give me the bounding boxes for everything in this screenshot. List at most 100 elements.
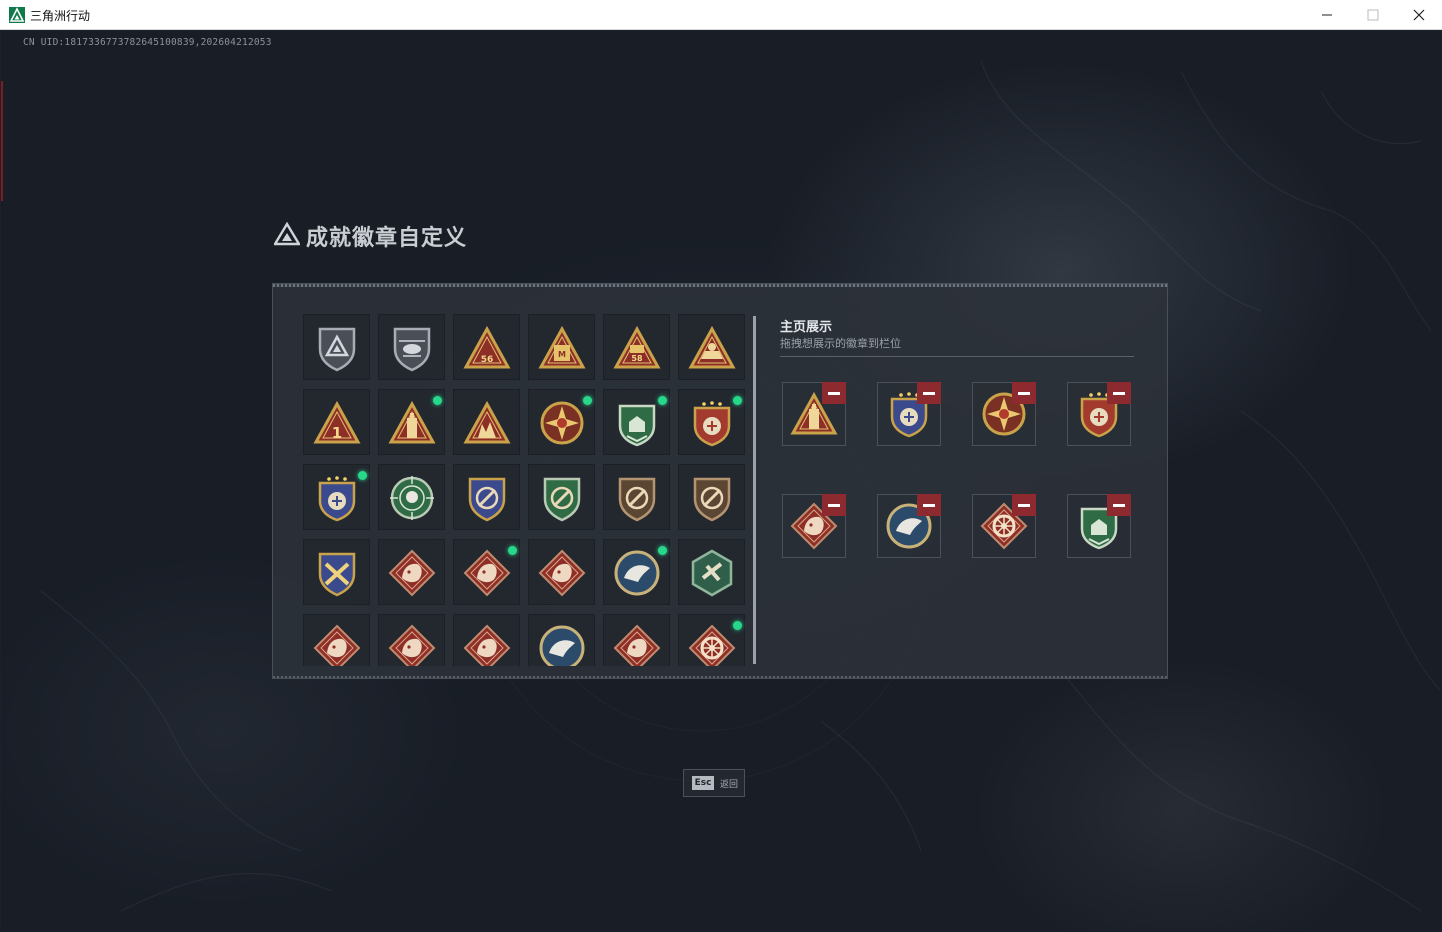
maximize-icon [1367,9,1379,21]
display-slot[interactable] [782,382,846,446]
green-shield-badge-icon [618,404,656,447]
wolf-diamond-badge-icon [388,549,436,597]
remove-badge-button[interactable] [1107,382,1131,404]
gold-no-gun-badge-icon [468,477,506,522]
boar-diamond-badge-icon [613,624,661,666]
badge-cell[interactable] [303,539,370,605]
badge-cell[interactable] [453,614,520,666]
badge-cell[interactable] [378,614,445,666]
green-no-gun-badge-icon [543,477,581,522]
new-badge-dot [658,396,667,405]
eagle-circle-badge-icon [614,550,660,596]
badge-cell[interactable] [303,314,370,380]
minimize-icon [1322,14,1332,16]
badge-cell[interactable] [678,314,745,380]
remove-badge-button[interactable] [1012,382,1036,404]
badge-cell[interactable] [528,539,595,605]
display-divider [780,356,1134,357]
remove-badge-button[interactable] [1107,494,1131,516]
esc-key: Esc [692,776,714,790]
badge-cell[interactable]: 1 [303,389,370,455]
triangle-m-badge-icon: M [538,325,586,369]
window-title: 三角洲行动 [30,9,91,23]
close-icon [1413,9,1425,21]
badge-cell[interactable]: 58 [603,314,670,380]
panel-title: 成就徽章自定义 [306,226,468,251]
display-slot[interactable] [1067,494,1131,558]
hexagon-eagle-badge-icon [691,549,733,597]
badge-cell[interactable] [603,464,670,530]
svg-text:56: 56 [481,355,494,365]
badge-cell[interactable] [378,464,445,530]
badge-cell[interactable] [603,389,670,455]
new-badge-dot [583,396,592,405]
dialog-top-border [273,284,1167,287]
triangle-1-badge-icon: 1 [313,400,361,444]
bronze-no-gun-badge-icon [618,477,656,522]
new-badge-dot [658,546,667,555]
badge-dialog: 56 M 58 1 主页展示 拖拽想展示的徽章到栏位 [272,283,1168,679]
back-button[interactable]: Esc 返回 [683,769,745,797]
window-titlebar: 三角洲行动 [0,0,1442,30]
triangle-boat-badge-icon [688,325,736,369]
badge-cell[interactable] [453,464,520,530]
badge-cell[interactable] [528,614,595,666]
display-slot[interactable] [877,494,941,558]
display-subtitle: 拖拽想展示的徽章到栏位 [780,337,901,350]
remove-badge-button[interactable] [822,494,846,516]
remove-badge-button[interactable] [822,382,846,404]
badge-cell[interactable] [603,539,670,605]
shield-delta-badge-icon [318,327,356,372]
badge-cell[interactable] [528,464,595,530]
gold-crossed-guns-badge-icon [318,552,356,597]
display-slot[interactable] [972,494,1036,558]
minimize-button[interactable] [1304,0,1350,30]
owned-badge-grid[interactable]: 56 M 58 1 [303,314,749,666]
badge-cell[interactable] [603,614,670,666]
badge-cell[interactable] [378,389,445,455]
display-slot[interactable] [782,494,846,558]
blue-eagle-crest-badge-icon [318,476,356,522]
uid-text: CN UID:1817336773782645100839,2026042120… [23,37,272,48]
helicopter-badge-icon [393,327,431,372]
badge-cell[interactable] [678,614,745,666]
badge-cell[interactable] [378,539,445,605]
close-button[interactable] [1396,0,1442,30]
maximize-button[interactable] [1350,0,1396,30]
badge-cell[interactable] [453,389,520,455]
back-label: 返回 [720,780,739,790]
badge-cell[interactable] [678,539,745,605]
badge-cell[interactable]: 56 [453,314,520,380]
dragon-diamond-badge-2-icon [388,624,436,666]
badge-grid-scrollbar[interactable] [753,316,756,664]
badge-cell[interactable] [453,539,520,605]
remove-badge-button[interactable] [917,494,941,516]
display-title: 主页展示 [780,320,833,335]
green-skull-scope-badge-icon [390,476,434,520]
display-slot[interactable] [972,382,1036,446]
wheel-diamond-badge-icon [688,624,736,666]
display-slot[interactable] [877,382,941,446]
edge-marker [1,81,3,201]
badge-cell[interactable] [678,389,745,455]
triangle-tower-badge-icon [388,400,436,444]
remove-badge-button[interactable] [1012,494,1036,516]
new-badge-dot [358,471,367,480]
badge-cell[interactable] [303,464,370,530]
new-badge-dot [733,396,742,405]
badge-cell[interactable] [378,314,445,380]
badge-cell[interactable] [528,389,595,455]
triangle-soldiers-badge-icon [463,400,511,444]
badge-cell[interactable] [678,464,745,530]
new-badge-dot [733,621,742,630]
remove-badge-button[interactable] [917,382,941,404]
horse-diamond-badge-icon [538,549,586,597]
badge-cell[interactable] [303,614,370,666]
svg-text:1: 1 [332,424,342,442]
delta-app-icon [9,7,25,23]
red-gold-crest-badge-icon [693,401,731,447]
scrollbar-thumb[interactable] [753,316,756,664]
svg-text:M: M [558,350,566,359]
badge-cell[interactable]: M [528,314,595,380]
display-slot[interactable] [1067,382,1131,446]
